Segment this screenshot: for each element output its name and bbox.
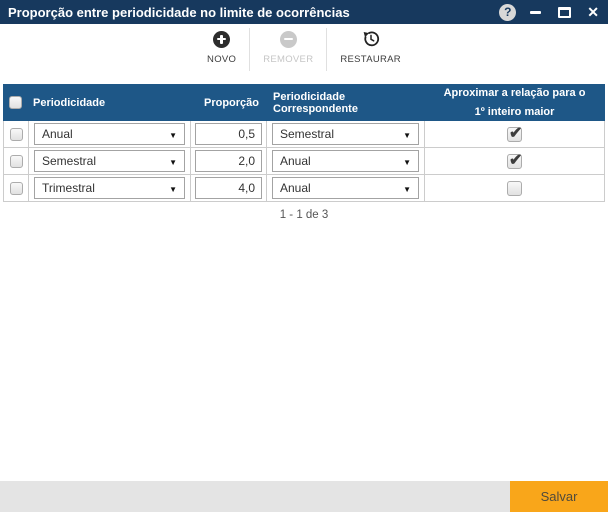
dialog-proporcao-periodicidade: Proporção entre periodicidade no limite …	[0, 0, 608, 515]
header-correspondente: Periodicidade Correspondente	[273, 90, 358, 115]
plus-circle-icon	[213, 30, 231, 48]
chevron-down-icon	[403, 181, 411, 195]
header-aproximar: Aproximar a relação para o 1º inteiro ma…	[443, 87, 586, 118]
table-header-row: Periodicidade Proporção Periodicidade Co…	[3, 84, 605, 121]
select-value: Semestral	[42, 154, 97, 168]
pagination-label: 1 - 1 de 3	[279, 209, 329, 221]
header-proporcao: Proporção	[203, 96, 259, 109]
correspondente-select[interactable]: Semestral	[272, 123, 419, 145]
chevron-down-icon	[169, 154, 177, 168]
chevron-down-icon	[169, 127, 177, 141]
row-select-checkbox[interactable]	[9, 154, 23, 168]
novo-label: NOVO	[207, 54, 237, 65]
row-select-checkbox[interactable]	[9, 127, 23, 141]
correspondente-select[interactable]: Anual	[272, 177, 419, 199]
chevron-down-icon	[403, 154, 411, 168]
periodicidade-select[interactable]: Anual	[34, 123, 185, 145]
restaurar-button[interactable]: RESTAURAR	[329, 26, 412, 76]
dialog-title: Proporção entre periodicidade no limite …	[8, 4, 350, 20]
select-all-checkbox[interactable]	[9, 96, 22, 110]
titlebar: Proporção entre periodicidade no limite …	[0, 0, 608, 24]
correspondente-select[interactable]: Anual	[272, 150, 419, 172]
select-value: Trimestral	[42, 181, 95, 195]
footer-bar: Salvar	[0, 481, 608, 512]
remover-label: REMOVER	[263, 54, 314, 65]
row-select-checkbox[interactable]	[9, 181, 23, 195]
aproximar-checkbox[interactable]	[507, 180, 522, 196]
proporcao-input[interactable]	[195, 177, 262, 199]
chevron-down-icon	[403, 127, 411, 141]
minimize-button[interactable]	[530, 10, 558, 14]
periodicidade-select[interactable]: Semestral	[34, 150, 185, 172]
table-row: Anual Semestral	[3, 121, 605, 148]
toolbar-divider	[326, 28, 328, 71]
minus-circle-icon	[279, 30, 297, 48]
restore-history-icon	[363, 31, 379, 47]
proporcao-input[interactable]	[195, 123, 262, 145]
save-button[interactable]: Salvar	[510, 481, 608, 512]
maximize-icon	[558, 6, 572, 18]
select-value: Anual	[280, 154, 311, 168]
proporcao-input[interactable]	[195, 150, 262, 172]
aproximar-checkbox[interactable]	[507, 150, 522, 170]
select-value: Anual	[42, 127, 73, 141]
remover-button[interactable]: REMOVER	[252, 26, 324, 76]
table-row: Trimestral Anual	[3, 175, 605, 202]
minimize-icon	[530, 10, 542, 14]
restaurar-label: RESTAURAR	[340, 54, 401, 65]
toolbar: NOVO REMOVER RESTAURAR	[0, 26, 608, 76]
titlebar-controls: ? ✕	[499, 0, 608, 24]
maximize-button[interactable]	[558, 6, 587, 18]
chevron-down-icon	[169, 181, 177, 195]
select-value: Semestral	[280, 127, 335, 141]
proporcao-table: Periodicidade Proporção Periodicidade Co…	[3, 84, 605, 221]
toolbar-divider	[249, 28, 251, 71]
aproximar-checkbox[interactable]	[507, 123, 522, 143]
periodicidade-select[interactable]: Trimestral	[34, 177, 185, 199]
close-button[interactable]: ✕	[587, 5, 599, 19]
help-icon[interactable]: ?	[499, 3, 517, 21]
novo-button[interactable]: NOVO	[196, 26, 247, 76]
header-periodicidade: Periodicidade	[33, 96, 106, 109]
select-value: Anual	[280, 181, 311, 195]
table-row: Semestral Anual	[3, 148, 605, 175]
